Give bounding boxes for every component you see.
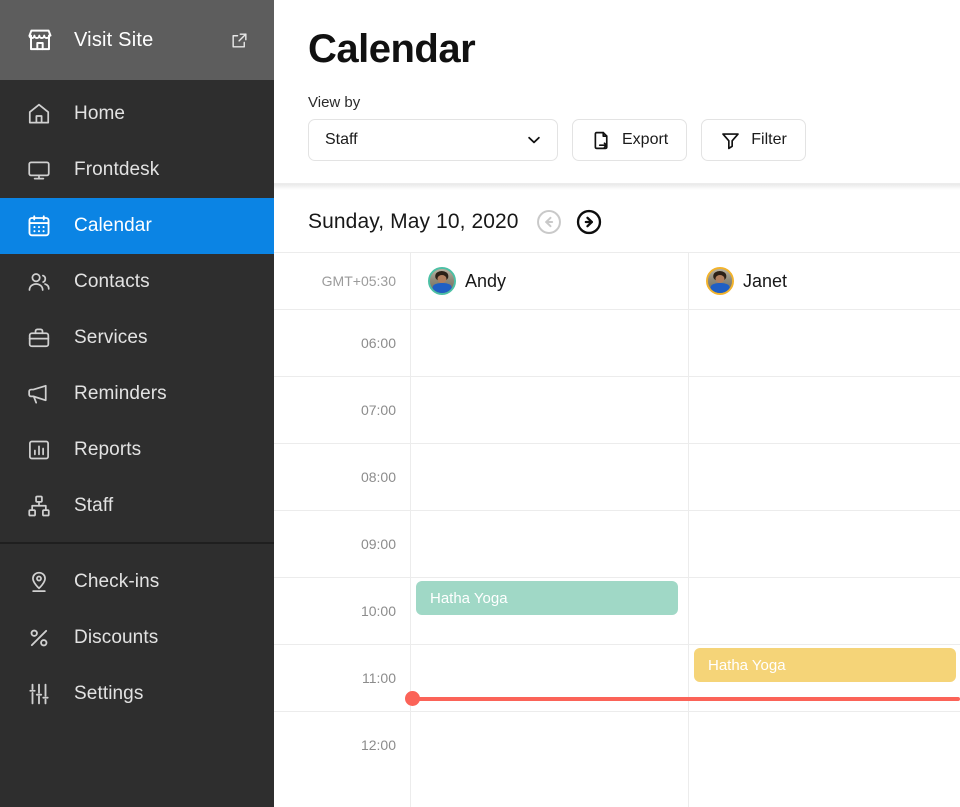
sidebar-item-check-ins[interactable]: Check-ins [0, 554, 274, 610]
visit-site-button[interactable]: Visit Site [0, 0, 274, 80]
avatar [428, 267, 456, 295]
external-link-icon [230, 31, 252, 50]
file-export-icon [591, 130, 612, 151]
main-content: Calendar View by Staff Export Filter Sun… [274, 0, 960, 807]
sidebar-item-reports[interactable]: Reports [0, 422, 274, 478]
avatar [706, 267, 734, 295]
sidebar-item-reminders[interactable]: Reminders [0, 366, 274, 422]
view-by-select[interactable]: Staff [308, 119, 558, 161]
sidebar-primary-nav: Home Frontdesk Calendar Contacts Service… [0, 80, 274, 534]
sliders-icon [26, 681, 60, 707]
time-label: 12:00 [360, 736, 396, 753]
next-day-button[interactable] [575, 208, 603, 236]
sidebar-item-label: Discounts [74, 627, 159, 648]
current-date-label: Sunday, May 10, 2020 [308, 210, 519, 233]
export-label: Export [622, 131, 669, 148]
prev-day-button[interactable] [535, 208, 563, 236]
briefcase-icon [26, 325, 60, 351]
sidebar-secondary-nav: Check-ins Discounts Settings [0, 544, 274, 722]
org-chart-icon [26, 493, 60, 519]
sidebar-item-home[interactable]: Home [0, 86, 274, 142]
current-time-line [410, 697, 960, 701]
column-divider [688, 253, 689, 807]
sidebar-item-label: Reports [74, 439, 142, 460]
chevron-down-icon [525, 131, 543, 149]
location-pin-icon [26, 569, 60, 595]
calendar-event[interactable]: Hatha Yoga [694, 648, 956, 682]
staff-name: Andy [465, 270, 507, 291]
column-divider [410, 253, 411, 807]
calendar-grid: GMT+05:30 Andy Janet 06:00 07:00 08:00 0… [274, 252, 960, 807]
header-divider [274, 183, 960, 190]
time-label: 09:00 [360, 535, 396, 552]
storefront-icon [26, 26, 60, 54]
visit-site-label: Visit Site [74, 28, 154, 51]
people-icon [26, 269, 60, 295]
sidebar-item-staff[interactable]: Staff [0, 478, 274, 534]
sidebar-item-frontdesk[interactable]: Frontdesk [0, 142, 274, 198]
time-label: 06:00 [360, 334, 396, 351]
time-label: 07:00 [360, 401, 396, 418]
sidebar-item-label: Settings [74, 683, 144, 704]
page-header: Calendar View by Staff Export Filter [274, 0, 960, 183]
sidebar-item-label: Home [74, 103, 126, 124]
staff-column-header-janet[interactable]: Janet [688, 253, 960, 309]
sidebar-item-label: Check-ins [74, 571, 160, 592]
time-label: 11:00 [362, 669, 396, 686]
bar-chart-icon [26, 437, 60, 463]
filter-button[interactable]: Filter [701, 119, 806, 161]
calendar-inner: GMT+05:30 Andy Janet 06:00 07:00 08:00 0… [274, 253, 960, 807]
page-title: Calendar [308, 27, 476, 71]
view-by-value: Staff [325, 131, 358, 148]
sidebar-item-label: Contacts [74, 271, 150, 292]
sidebar: Visit Site Home Frontdesk Calendar Conta… [0, 0, 274, 807]
timezone-label: GMT+05:30 [321, 273, 396, 289]
sidebar-item-contacts[interactable]: Contacts [0, 254, 274, 310]
sidebar-item-settings[interactable]: Settings [0, 666, 274, 722]
sidebar-item-label: Staff [74, 495, 114, 516]
time-label: 10:00 [360, 602, 396, 619]
sidebar-item-label: Calendar [74, 215, 152, 236]
home-icon [26, 101, 60, 127]
sidebar-item-services[interactable]: Services [0, 310, 274, 366]
view-by-label: View by [308, 94, 361, 111]
sidebar-item-label: Frontdesk [74, 159, 160, 180]
toolbar: Staff Export Filter [308, 119, 960, 183]
date-navigation-bar: Sunday, May 10, 2020 [274, 190, 960, 252]
percent-icon [26, 625, 60, 651]
time-label: 08:00 [360, 468, 396, 485]
megaphone-icon [26, 381, 60, 407]
sidebar-item-discounts[interactable]: Discounts [0, 610, 274, 666]
calendar-icon [26, 213, 60, 239]
staff-name: Janet [743, 270, 788, 291]
monitor-icon [26, 157, 60, 183]
sidebar-item-label: Reminders [74, 383, 167, 404]
app-root: Visit Site Home Frontdesk Calendar Conta… [0, 0, 960, 807]
staff-column-header-andy[interactable]: Andy [410, 253, 688, 309]
date-nav-buttons [535, 208, 603, 236]
export-button[interactable]: Export [572, 119, 688, 161]
calendar-event[interactable]: Hatha Yoga [416, 581, 678, 615]
sidebar-item-label: Services [74, 327, 148, 348]
calendar-header-row: GMT+05:30 Andy Janet [274, 253, 960, 309]
filter-label: Filter [751, 131, 787, 148]
sidebar-item-calendar[interactable]: Calendar [0, 198, 274, 254]
funnel-icon [720, 130, 741, 151]
